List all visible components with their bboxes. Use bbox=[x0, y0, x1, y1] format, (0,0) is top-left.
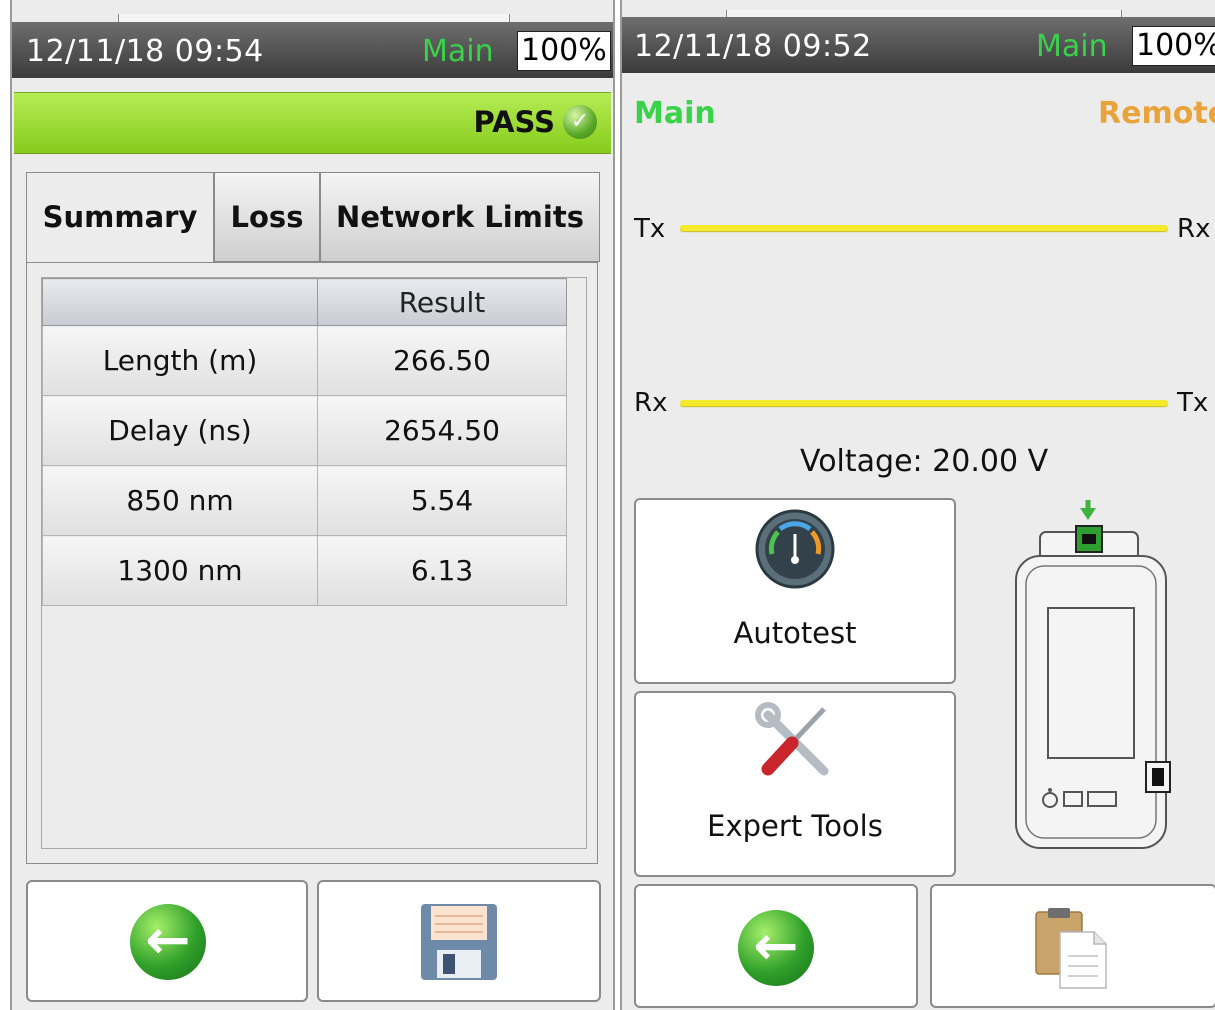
back-button[interactable]: ← bbox=[634, 884, 918, 1008]
link-bottom-left-label: Rx bbox=[634, 388, 668, 418]
remote-label: Remote bbox=[1098, 96, 1215, 131]
row-value: 5.54 bbox=[317, 465, 567, 536]
back-arrow-icon: ← bbox=[738, 910, 814, 986]
back-arrow-icon: ← bbox=[130, 904, 206, 980]
link-top-right-label: Rx bbox=[1177, 214, 1211, 244]
expert-tools-label: Expert Tools bbox=[707, 809, 883, 843]
wrench-screwdriver-icon bbox=[755, 702, 829, 776]
status-mode: Main bbox=[422, 34, 494, 69]
link-top-left-label: Tx bbox=[634, 214, 666, 244]
pass-banner: PASS ✓ bbox=[14, 92, 611, 154]
row-label: Length (m) bbox=[42, 325, 318, 396]
autotest-button[interactable]: Autotest bbox=[634, 498, 956, 684]
tester-device-icon bbox=[1015, 500, 1171, 849]
back-button[interactable]: ← bbox=[26, 880, 308, 1002]
summary-panel: Result Length (m) 266.50 Delay (ns) 2654… bbox=[26, 262, 598, 864]
results-area: Result Length (m) 266.50 Delay (ns) 2654… bbox=[41, 277, 587, 849]
left-screen: 12/11/18 09:54 Main 100% PASS ✓ Summary … bbox=[10, 0, 615, 1010]
status-bar: 12/11/18 09:52 Main 100% bbox=[622, 17, 1215, 73]
save-button[interactable] bbox=[317, 880, 601, 1002]
battery-indicator: 100% bbox=[517, 31, 611, 71]
status-mode: Main bbox=[1036, 29, 1108, 64]
battery-indicator: 100% bbox=[1132, 26, 1215, 66]
row-value: 266.50 bbox=[317, 325, 567, 396]
expert-tools-button[interactable]: Expert Tools bbox=[634, 691, 956, 877]
gauge-icon bbox=[755, 509, 835, 589]
row-label: 1300 nm bbox=[42, 535, 318, 606]
table-row: Length (m) 266.50 bbox=[42, 325, 567, 396]
row-value: 2654.50 bbox=[317, 395, 567, 466]
voltage-readout: Voltage: 20.00 V bbox=[800, 444, 1049, 479]
tx-rx-link-line bbox=[680, 225, 1168, 231]
link-bottom-right-label: Tx bbox=[1177, 388, 1209, 418]
tab-summary[interactable]: Summary bbox=[26, 172, 214, 264]
main-label: Main bbox=[634, 96, 716, 131]
row-label: 850 nm bbox=[42, 465, 318, 536]
table-header-blank bbox=[42, 278, 318, 326]
table-row: 1300 nm 6.13 bbox=[42, 535, 567, 606]
tab-network-limits[interactable]: Network Limits bbox=[320, 172, 600, 262]
clipboard-button[interactable] bbox=[930, 884, 1215, 1008]
row-label: Delay (ns) bbox=[42, 395, 318, 466]
table-row: 850 nm 5.54 bbox=[42, 465, 567, 536]
status-datetime: 12/11/18 09:52 bbox=[634, 29, 872, 64]
row-value: 6.13 bbox=[317, 535, 567, 606]
rx-tx-link-line bbox=[680, 400, 1168, 406]
results-table: Result Length (m) 266.50 Delay (ns) 2654… bbox=[42, 278, 567, 606]
table-header-row: Result bbox=[42, 278, 567, 326]
floppy-disk-icon bbox=[421, 904, 497, 980]
autotest-label: Autotest bbox=[733, 616, 857, 650]
pass-label: PASS bbox=[473, 105, 555, 139]
status-bar: 12/11/18 09:54 Main 100% bbox=[12, 22, 613, 78]
table-row: Delay (ns) 2654.50 bbox=[42, 395, 567, 466]
checkmark-icon: ✓ bbox=[563, 105, 597, 139]
table-header-result: Result bbox=[317, 278, 567, 326]
status-datetime: 12/11/18 09:54 bbox=[26, 34, 264, 69]
clipboard-icon bbox=[1035, 908, 1107, 989]
tab-loss[interactable]: Loss bbox=[214, 172, 320, 262]
right-screen: 12/11/18 09:52 Main 100% Main Remote Tx … bbox=[620, 0, 1215, 1010]
